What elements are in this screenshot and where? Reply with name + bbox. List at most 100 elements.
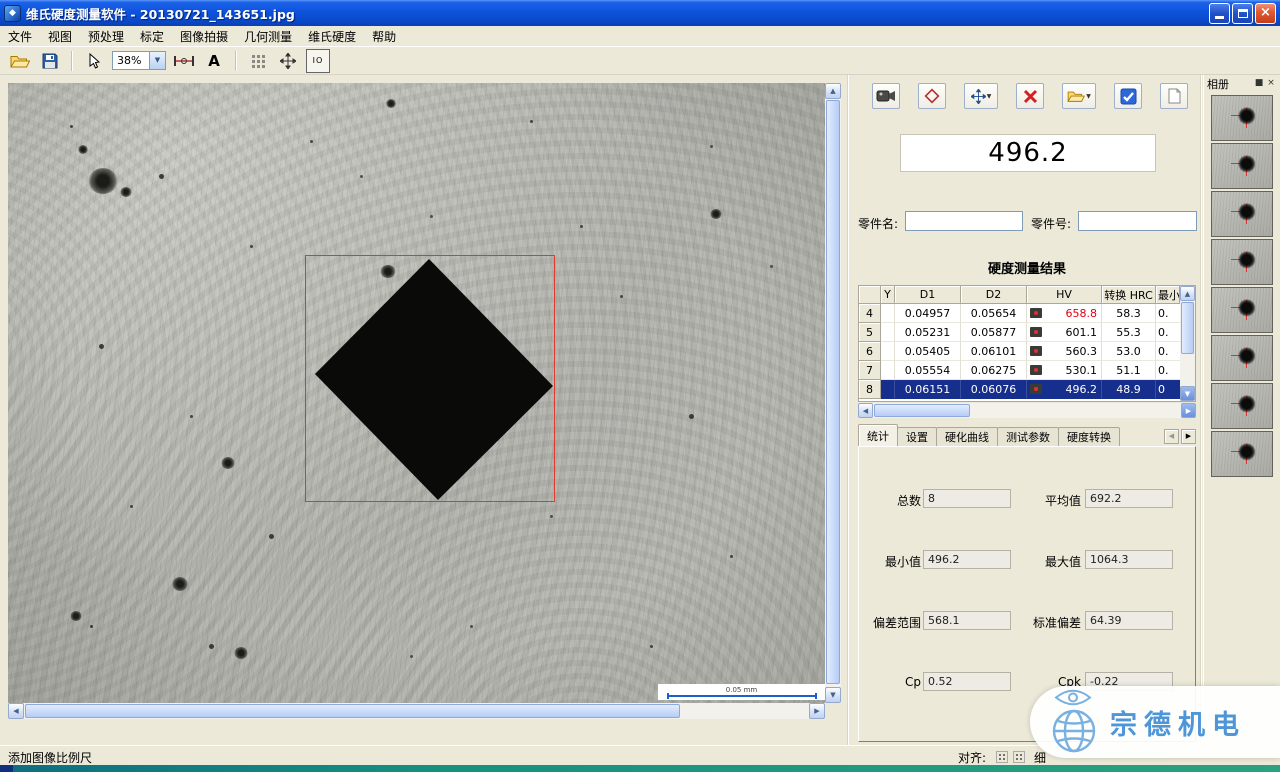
minimize-button[interactable]: [1209, 3, 1230, 24]
row-number[interactable]: 7: [859, 361, 881, 380]
row-number[interactable]: 6: [859, 342, 881, 361]
tab-statistics[interactable]: 统计: [858, 424, 898, 446]
part-name-input[interactable]: [905, 211, 1023, 231]
stat-range-value[interactable]: 568.1: [923, 611, 1011, 630]
panel-splitter[interactable]: [847, 75, 849, 745]
measure-scale-button[interactable]: [172, 49, 196, 73]
menu-calibration[interactable]: 标定: [132, 26, 172, 47]
table-header-row: Y D1 D2 HV 转换 HRC 最小: [859, 286, 1180, 304]
table-row[interactable]: 4 0.04957 0.05654 658.8 58.3 0.: [859, 304, 1180, 323]
scroll-thumb[interactable]: [25, 704, 680, 718]
open-image-button[interactable]: ▼: [1062, 83, 1096, 109]
tab-scroll-right-button[interactable]: ▶: [1181, 429, 1196, 444]
toolbar-separator: [235, 51, 237, 71]
menu-preprocess[interactable]: 预处理: [80, 26, 132, 47]
stat-total-value[interactable]: 8: [923, 489, 1011, 508]
stat-stddev-value[interactable]: 64.39: [1085, 611, 1173, 630]
align-grid-icon[interactable]: [996, 751, 1008, 763]
move-measure-button[interactable]: ▼: [964, 83, 998, 109]
album-thumbnail[interactable]: [1211, 143, 1273, 189]
album-thumbnail[interactable]: [1211, 383, 1273, 429]
align-grid-icon[interactable]: [1013, 751, 1025, 763]
dropdown-icon: ▼: [987, 93, 992, 100]
scroll-right-icon[interactable]: ▶: [1181, 403, 1196, 418]
scroll-down-icon[interactable]: ▼: [825, 687, 841, 703]
scroll-thumb[interactable]: [826, 100, 840, 684]
zoom-combobox[interactable]: 38% ▼: [112, 51, 166, 70]
new-blank-button[interactable]: [1160, 83, 1188, 109]
tab-hardening-curve[interactable]: 硬化曲线: [936, 427, 998, 446]
measurement-selection-box[interactable]: [305, 255, 555, 502]
col-header-hv[interactable]: HV: [1027, 286, 1102, 304]
indent-detect-button[interactable]: [918, 83, 946, 109]
text-annotation-button[interactable]: A: [202, 49, 226, 73]
close-button[interactable]: ×: [1255, 3, 1276, 24]
stat-cp-value[interactable]: 0.52: [923, 672, 1011, 691]
menu-help[interactable]: 帮助: [364, 26, 404, 47]
scroll-up-icon[interactable]: ▲: [1180, 286, 1195, 301]
grid-toggle-button[interactable]: [246, 49, 270, 73]
album-thumbnail[interactable]: [1211, 287, 1273, 333]
image-viewport[interactable]: 0.05 mm: [8, 83, 825, 703]
col-header-y[interactable]: Y: [881, 286, 895, 304]
maximize-button[interactable]: [1232, 3, 1253, 24]
table-horizontal-scrollbar[interactable]: ◀ ▶: [858, 403, 1196, 418]
album-thumbnail[interactable]: [1211, 191, 1273, 237]
close-icon[interactable]: ×: [1265, 78, 1277, 90]
tab-settings[interactable]: 设置: [897, 427, 937, 446]
part-no-input[interactable]: [1078, 211, 1197, 231]
tab-scroll-left-button[interactable]: ◀: [1164, 429, 1179, 444]
delete-measurement-button[interactable]: [1016, 83, 1044, 109]
menu-image-capture[interactable]: 图像拍摄: [172, 26, 236, 47]
table-row[interactable]: 5 0.05231 0.05877 601.1 55.3 0.: [859, 323, 1180, 342]
menu-view[interactable]: 视图: [40, 26, 80, 47]
table-row-selected[interactable]: 8 0.06151 0.06076 496.2 48.9 0: [859, 380, 1180, 399]
tab-test-params[interactable]: 测试参数: [997, 427, 1059, 446]
menu-vickers[interactable]: 维氏硬度: [300, 26, 364, 47]
album-thumbnail[interactable]: [1211, 431, 1273, 477]
scroll-thumb[interactable]: [1181, 302, 1194, 354]
col-header-hrc[interactable]: 转换 HRC: [1102, 286, 1156, 304]
stat-mean-value[interactable]: 692.2: [1085, 489, 1173, 508]
scroll-down-icon[interactable]: ▼: [1180, 386, 1195, 401]
album-splitter[interactable]: [1200, 75, 1202, 745]
scroll-thumb[interactable]: [874, 404, 970, 417]
menu-geometry[interactable]: 几何测量: [236, 26, 300, 47]
album-thumbnail[interactable]: [1211, 239, 1273, 285]
cell-y: [881, 304, 895, 323]
cell-hv: 496.2: [1027, 380, 1102, 399]
scroll-right-icon[interactable]: ▶: [809, 703, 825, 719]
table-row[interactable]: 6 0.05405 0.06101 560.3 53.0 0.: [859, 342, 1180, 361]
capture-camera-button[interactable]: [872, 83, 900, 109]
scroll-up-icon[interactable]: ▲: [825, 83, 841, 99]
scroll-left-icon[interactable]: ◀: [858, 403, 873, 418]
crosshair-move-icon: [280, 53, 296, 69]
open-file-button[interactable]: [8, 49, 32, 73]
select-cursor-button[interactable]: [82, 49, 106, 73]
scroll-left-icon[interactable]: ◀: [8, 703, 24, 719]
stat-max-value[interactable]: 1064.3: [1085, 550, 1173, 569]
table-row[interactable]: 7 0.05554 0.06275 530.1 51.1 0.: [859, 361, 1180, 380]
row-number[interactable]: 8: [859, 380, 881, 399]
row-number[interactable]: 5: [859, 323, 881, 342]
results-title: 硬度测量结果: [858, 258, 1196, 277]
table-vertical-scrollbar[interactable]: ▲ ▼: [1180, 286, 1195, 401]
col-header-min[interactable]: 最小: [1156, 286, 1180, 304]
pan-crosshair-button[interactable]: [276, 49, 300, 73]
auto-measure-toggle[interactable]: [1114, 83, 1142, 109]
image-horizontal-scrollbar[interactable]: ◀ ▶: [8, 703, 825, 719]
save-button[interactable]: [38, 49, 62, 73]
stat-min-value[interactable]: 496.2: [923, 550, 1011, 569]
io-capture-button[interactable]: IO: [306, 49, 330, 73]
col-header-d1[interactable]: D1: [895, 286, 961, 304]
row-number[interactable]: 4: [859, 304, 881, 323]
zoom-dropdown-icon[interactable]: ▼: [149, 52, 165, 69]
tab-hardness-convert[interactable]: 硬度转换: [1058, 427, 1120, 446]
maximize-icon: [1238, 9, 1248, 18]
image-vertical-scrollbar[interactable]: ▲ ▼: [825, 83, 841, 703]
menu-file[interactable]: 文件: [0, 26, 40, 47]
col-header-d2[interactable]: D2: [961, 286, 1027, 304]
album-thumbnail[interactable]: [1211, 335, 1273, 381]
pin-icon[interactable]: ■: [1253, 78, 1265, 90]
album-thumbnail[interactable]: [1211, 95, 1273, 141]
